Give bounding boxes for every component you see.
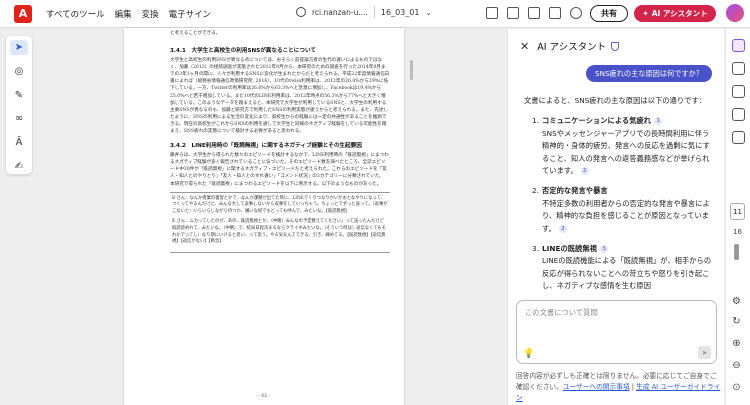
attachments-icon[interactable] (731, 131, 745, 144)
globe-icon (296, 7, 306, 17)
menu-all-tools[interactable]: すべてのツール (46, 8, 105, 20)
document-scrollbar[interactable] (410, 60, 413, 80)
comment-icon[interactable]: ◎ (10, 64, 28, 79)
citation-badge[interactable]: 2 (558, 224, 567, 233)
ai-assistant-button-label: AI アシスタント (651, 9, 708, 18)
answer-intro: 文書によると、SNS疲れの主な原因は以下の通りです： (524, 96, 707, 105)
question-input-placeholder: この文書について質問 (525, 308, 598, 317)
settings-icon[interactable]: ⚙ (729, 296, 744, 307)
panel-title: AI アシスタント (537, 42, 607, 53)
ai-assistant-button[interactable]: ✦ AI アシスタント (634, 5, 716, 22)
answer-item-number: 3. (532, 244, 539, 254)
pen-icon[interactable]: ✎ (10, 88, 28, 103)
print-icon[interactable] (549, 7, 561, 19)
ai-assistant-panel: ✕ AI アシスタント SNS疲れの主な原因は何ですか？ 文書によると、SNS疲… (507, 29, 724, 405)
shield-icon[interactable] (611, 41, 620, 51)
answer-item: 2. 否定的な発言や暴言 不特定多数の利用者からの否定的な発言や暴言により、精神… (520, 185, 713, 235)
zoom-out-icon[interactable]: ⊖ (729, 360, 744, 371)
menu-esign[interactable]: 電子サイン (169, 8, 212, 20)
answer-item-body: SNSやメッセンジャーアプリでの長時間利用に伴う精神的・身体的疲労、発言への反応… (542, 128, 710, 176)
text-select-icon[interactable]: Ā (10, 135, 28, 150)
page-number: – 43 – (257, 394, 271, 399)
quote-box: B さん：なんか授業の復習とかで…なんか課題が出てた時に、LINEでくりつなりか… (170, 191, 390, 254)
search-icon[interactable] (570, 7, 582, 19)
document-filename[interactable]: 16_03_01 (381, 8, 420, 17)
acrobat-logo-icon[interactable]: A (14, 4, 32, 23)
fill-sign-icon[interactable]: ✍ (10, 159, 28, 174)
select-cursor-icon[interactable]: ➤ (10, 40, 28, 55)
answer-item: 1. コミュニケーションによる気疲れ 1 SNSやメッセンジャーアプリでの長時間利… (520, 115, 713, 177)
lightbulb-icon[interactable]: 💡 (523, 349, 534, 359)
citation-badge[interactable]: 3 (599, 245, 608, 254)
answer-item-heading: 否定的な発言や暴言 (542, 186, 608, 196)
answer-item-number: 2. (532, 186, 539, 196)
chevron-down-icon[interactable]: ⌄ (425, 8, 431, 17)
citation-badge[interactable]: 1 (654, 117, 663, 126)
left-toolbar: ➤ ◎ ✎ ∞ Ā ✍ (6, 36, 32, 174)
avatar[interactable] (726, 4, 744, 22)
panel-header: ✕ AI アシスタント (508, 37, 725, 55)
answer-item-heading: コミュニケーションによる気疲れ (542, 116, 652, 126)
answer-item-number: 1. (532, 116, 539, 126)
current-page-field[interactable]: 11 (730, 203, 745, 220)
document-paragraph: 藤井らは、大学生から得られた数々のエピソードを検討するなかで、LINE利用時の「… (170, 153, 389, 180)
answer-item: 3. LINEの既読無視 3 LINEの既読機能による「既読無視」が、相手からの反… (520, 243, 713, 293)
document-page: と考えることができる。 3.4.1 大学生と高校生の利用SNSが異なることについ… (124, 28, 404, 405)
document-url[interactable]: rci.nanzan-u.... (312, 8, 368, 17)
menu-edit[interactable]: 編集 (115, 8, 132, 20)
top-toolbar-icons (486, 7, 582, 19)
divider (373, 6, 375, 18)
document-paragraph: 本研究で得られた「既読無視」にまつわるエピソードを以下に例示する。以下のようなも… (170, 181, 382, 187)
menu-convert[interactable]: 変換 (142, 8, 159, 20)
quote-text: K さん：ムカってしたのが、あの…既読無視とか、（中略）みんなの予定教えてくださ… (172, 218, 386, 245)
section-heading: 3.4.1 大学生と高校生の利用SNSが異なることについて (170, 48, 316, 55)
answer-item-heading: LINEの既読無視 (542, 244, 597, 254)
document-text: と考えることができる。 (170, 31, 221, 36)
citation-badge[interactable]: 2 (580, 167, 589, 176)
assistant-answer: 文書によると、SNS疲れの主な原因は以下の通りです： 1. コミュニケーションに… (520, 91, 713, 317)
page-scroll-handle[interactable] (734, 244, 739, 260)
close-icon[interactable]: ✕ (520, 40, 529, 53)
comments-icon[interactable] (731, 62, 745, 75)
fit-page-icon[interactable]: ⊙ (729, 382, 744, 393)
quote-text: B さん：なんか授業の復習とかで…なんか課題が出てた時に、LINEでくりつなりか… (172, 195, 388, 215)
zoom-in-icon[interactable]: ⊕ (729, 338, 744, 349)
link-icon[interactable]: ∞ (10, 111, 28, 126)
share-button[interactable]: 共有 (590, 5, 628, 22)
document-paragraph: 大学生と高校生の利用SNSが異なる点については、おそらく前提論方者の生代の違いに… (170, 58, 390, 135)
answer-item-body: 不特定多数の利用者からの否定的な発言や暴言により、精神的な負担を感じることが原因… (542, 198, 710, 233)
document-location: rci.nanzan-u.... 16_03_01 ⌄ (296, 6, 432, 18)
disclosure-link[interactable]: ユーザーへの開示事項 (563, 383, 630, 391)
create-pdf-icon[interactable] (486, 7, 498, 19)
question-input[interactable]: この文書について質問 💡 ➤ (516, 300, 717, 364)
total-pages: 16 (733, 228, 742, 236)
user-question-bubble: SNS疲れの主な原因は何ですか？ (586, 65, 712, 82)
section-heading: 3.4.2 LINE利用時の「既読無視」に関するネガティブ経験とその生起要因 (170, 143, 362, 150)
thumbnails-icon[interactable] (731, 108, 745, 121)
rotate-icon[interactable]: ↻ (729, 316, 744, 327)
send-icon[interactable]: ➤ (698, 346, 711, 359)
save-icon[interactable] (507, 7, 519, 19)
sparkle-icon: ✦ (642, 9, 649, 18)
disclaimer: 回答内容が必ずしも正確とは限りません。必要に応じてご自身でご確認ください。ユーザ… (516, 371, 721, 404)
ai-assistant-rail-icon[interactable] (731, 39, 745, 52)
download-icon[interactable] (528, 7, 540, 19)
answer-item-body: LINEの既読機能による「既読無視」が、相手からの反応が得られないことへの苛立ち… (542, 256, 712, 291)
bookmarks-icon[interactable] (731, 85, 745, 98)
main-menu: すべてのツール 編集 変換 電子サイン (46, 8, 211, 20)
